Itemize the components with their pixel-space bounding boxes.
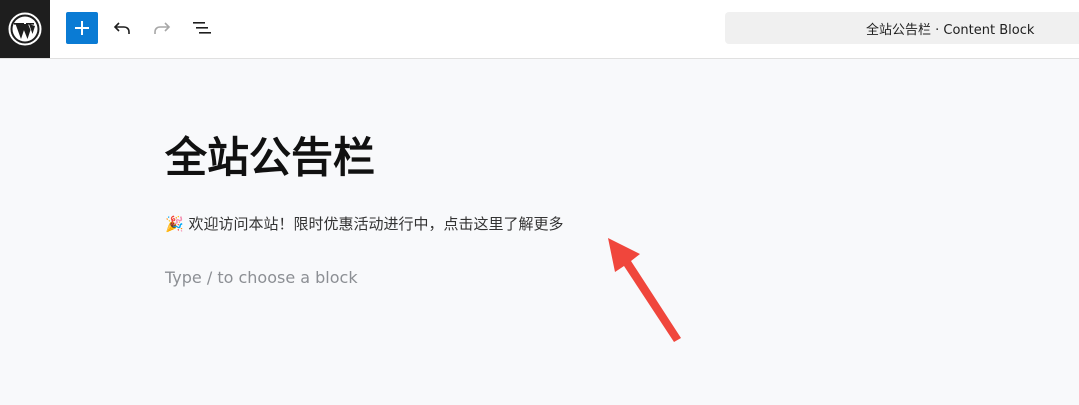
paragraph-text: 欢迎访问本站！限时优惠活动进行中，点击这里了解更多	[188, 215, 564, 233]
party-popper-icon: 🎉	[165, 215, 184, 233]
add-block-button[interactable]	[66, 12, 98, 44]
redo-icon	[154, 22, 171, 34]
list-view-icon	[193, 22, 211, 34]
redo-button[interactable]	[148, 14, 176, 42]
wordpress-logo-button[interactable]	[0, 0, 50, 58]
post-title[interactable]: 全站公告栏	[165, 132, 375, 184]
document-overview-button[interactable]	[188, 14, 216, 42]
undo-button[interactable]	[108, 14, 136, 42]
undo-icon	[113, 22, 130, 34]
paragraph-block[interactable]: 🎉 欢迎访问本站！限时优惠活动进行中，点击这里了解更多	[165, 212, 563, 236]
document-title: 全站公告栏 · Content Block	[866, 22, 1035, 38]
document-title-bar[interactable]: 全站公告栏 · Content Block	[725, 12, 1079, 44]
block-placeholder[interactable]: Type / to choose a block	[165, 266, 358, 290]
plus-icon	[75, 21, 89, 35]
red-arrow-icon	[608, 238, 681, 342]
wordpress-logo-icon	[8, 12, 42, 46]
editor-toolbar: 全站公告栏 · Content Block	[0, 0, 1079, 59]
